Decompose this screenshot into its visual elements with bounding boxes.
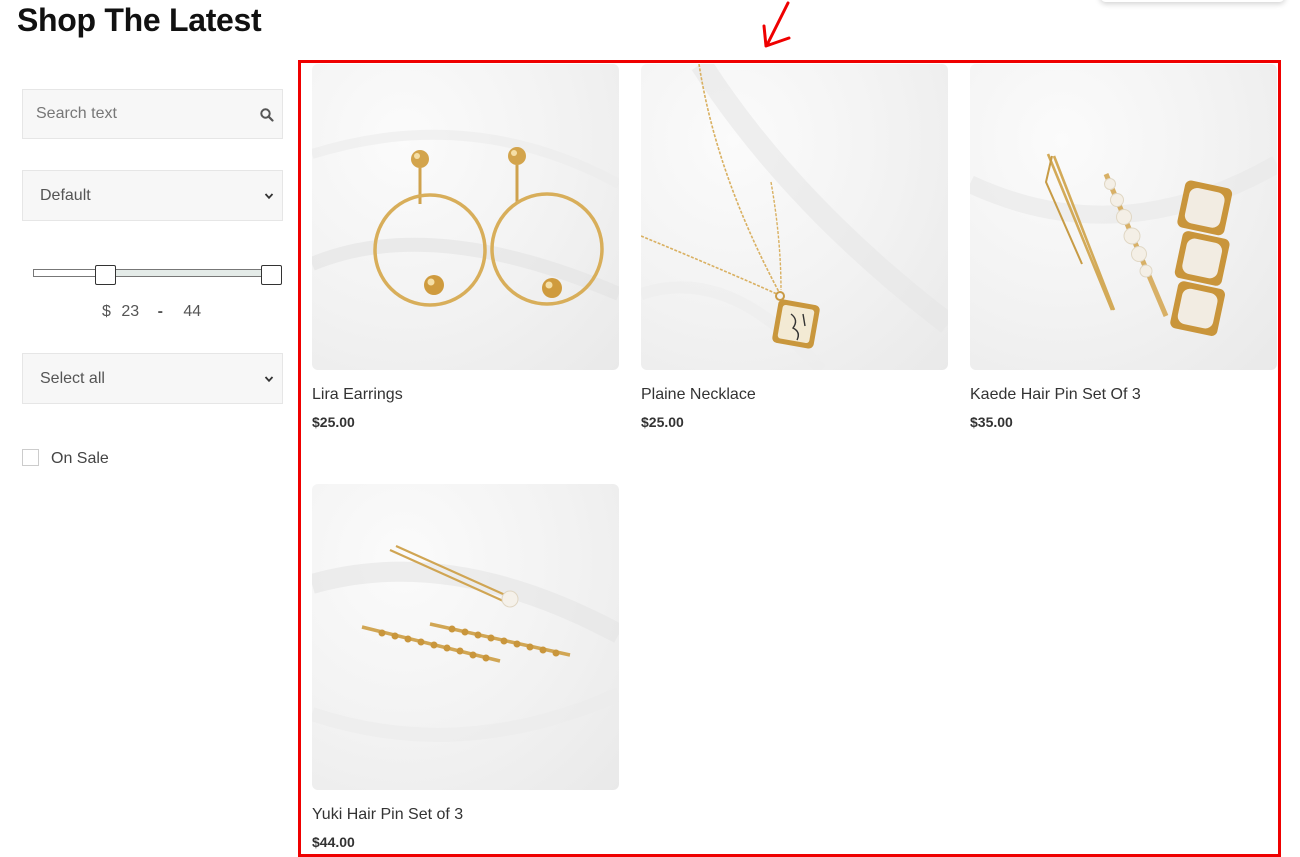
search-field xyxy=(22,89,283,139)
price-range-readout: $ 23 - 44 xyxy=(102,303,201,321)
price-max-value: 44 xyxy=(183,303,202,320)
price-min-value: 23 xyxy=(121,303,140,320)
product-image[interactable] xyxy=(312,484,619,790)
price-currency: $ xyxy=(102,303,111,320)
category-select[interactable]: Select all xyxy=(22,353,283,404)
product-image[interactable] xyxy=(970,64,1277,370)
search-icon[interactable] xyxy=(260,108,274,122)
product-card[interactable]: Yuki Hair Pin Set of 3 $44.00 xyxy=(312,484,619,850)
product-price: $35.00 xyxy=(970,414,1013,430)
product-card[interactable]: Kaede Hair Pin Set Of 3 $35.00 xyxy=(970,64,1277,430)
search-input[interactable] xyxy=(23,90,256,138)
product-card[interactable]: Plaine Necklace $25.00 xyxy=(641,64,948,430)
product-image[interactable] xyxy=(312,64,619,370)
gold-beaded-hair-pins-icon xyxy=(312,544,619,742)
on-sale-label[interactable]: On Sale xyxy=(51,450,109,468)
on-sale-checkbox[interactable] xyxy=(22,449,39,466)
product-price: $44.00 xyxy=(312,834,355,850)
price-separator: - xyxy=(157,303,163,320)
product-image[interactable] xyxy=(641,64,948,370)
chevron-down-icon xyxy=(264,376,274,383)
product-name[interactable]: Plaine Necklace xyxy=(641,386,948,406)
product-name[interactable]: Kaede Hair Pin Set Of 3 xyxy=(970,386,1277,406)
product-name[interactable]: Lira Earrings xyxy=(312,386,619,406)
page-title: Shop The Latest xyxy=(17,2,262,38)
price-slider-track[interactable] xyxy=(33,269,282,277)
chevron-down-icon xyxy=(264,193,274,200)
gold-square-pendant-necklace-icon xyxy=(641,64,948,370)
gold-pearl-hair-pins-icon xyxy=(970,153,1277,336)
gold-hoop-earrings-icon xyxy=(312,129,619,307)
product-price: $25.00 xyxy=(312,414,355,430)
product-name[interactable]: Yuki Hair Pin Set of 3 xyxy=(312,806,619,826)
sort-select-value: Default xyxy=(40,187,91,204)
category-select-value: Select all xyxy=(40,370,105,387)
top-right-shadow-edge xyxy=(1100,0,1285,2)
annotation-arrow-icon xyxy=(762,1,791,48)
product-card[interactable]: Lira Earrings $25.00 xyxy=(312,64,619,430)
price-slider-range xyxy=(106,270,273,276)
sort-select[interactable]: Default xyxy=(22,170,283,221)
product-price: $25.00 xyxy=(641,414,684,430)
price-slider-max-handle[interactable] xyxy=(261,265,282,285)
price-slider-min-handle[interactable] xyxy=(94,265,116,285)
